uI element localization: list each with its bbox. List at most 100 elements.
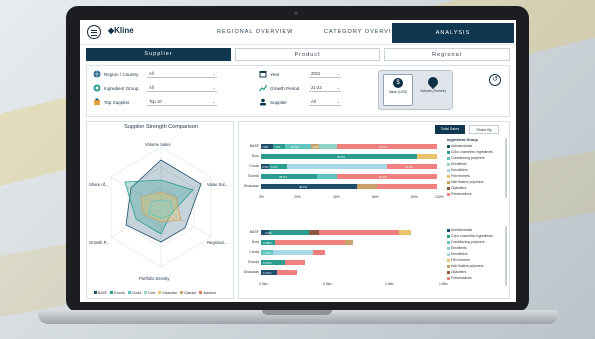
- legend-item[interactable]: Emollients: [447, 246, 467, 250]
- legend-item[interactable]: Preservatives: [447, 276, 472, 280]
- legend-item-label: Conditioning polymers: [451, 156, 485, 160]
- bar-data-label: 7.0%: [274, 144, 281, 149]
- legend-item[interactable]: Color cosmetics ingredients: [447, 150, 493, 154]
- bar-data-label: 0.9bn: [265, 230, 272, 235]
- bar-segment[interactable]: [377, 184, 437, 189]
- droplet-icon: [425, 74, 441, 90]
- tab-category-overview[interactable]: CATEGORY OVERVIEW: [324, 29, 402, 35]
- bar-segment[interactable]: [261, 184, 357, 189]
- growth-select[interactable]: 21-22 ⌄: [309, 84, 341, 92]
- legend-swatch: [447, 150, 450, 154]
- volume-tonnes-toggle[interactable]: Volume (Tonnes): [418, 74, 448, 106]
- reset-icon[interactable]: ↺: [489, 74, 501, 86]
- bar-category-label: BASF: [249, 230, 259, 234]
- ingredient-icon: [93, 84, 101, 92]
- region-label: Region / Country: [104, 72, 139, 77]
- legend-item-label: Preservatives: [451, 276, 472, 280]
- supplier-select[interactable]: All ⌄: [309, 98, 341, 106]
- legend-item[interactable]: Emulsifiers: [447, 252, 468, 256]
- ingredient-select[interactable]: All ⌄: [147, 84, 217, 92]
- bar-segment[interactable]: [269, 230, 309, 235]
- legend-item-label: Antimicrobials: [451, 228, 473, 232]
- legend-item[interactable]: Opacifiers: [447, 270, 466, 274]
- legend-item-label: Emulsifiers: [451, 252, 468, 256]
- value-usd-toggle[interactable]: $ Value (USD): [383, 74, 413, 106]
- share-by-button[interactable]: Share By: [469, 125, 499, 134]
- supplier-rank-icon: [94, 98, 100, 105]
- legend-swatch: [447, 186, 450, 190]
- legend-item-label: Film formers: [451, 258, 470, 262]
- legend-item[interactable]: Hair fixative polymers: [447, 180, 483, 184]
- bar-segment[interactable]: [309, 230, 319, 235]
- bar-segment[interactable]: [277, 270, 297, 275]
- legend-swatch: [158, 291, 162, 294]
- legend-item[interactable]: Conditioning polymers: [447, 156, 485, 160]
- bar-category-label: BASF: [249, 144, 259, 148]
- legend-item[interactable]: Conditioning polymers: [447, 240, 485, 244]
- bar-data-label: 3.5%: [262, 164, 269, 169]
- dollar-icon: $: [393, 78, 403, 88]
- bar-category-label: Evonik: [248, 174, 259, 178]
- bar-segment[interactable]: [261, 174, 317, 179]
- bar-segment[interactable]: [287, 164, 387, 169]
- legend-swatch: [110, 291, 114, 294]
- legend-item-label: Hair fixative polymers: [451, 264, 484, 268]
- subtab-regional[interactable]: Regional: [384, 48, 510, 61]
- axis-tick: 40%: [333, 195, 340, 199]
- legend-item[interactable]: Emulsifiers: [447, 168, 468, 172]
- bar-segment[interactable]: [417, 154, 437, 159]
- value-usd-label: Value (USD): [388, 90, 408, 94]
- top-supplier-value: Top 10: [149, 99, 162, 104]
- total-sales-button[interactable]: Total Sales: [435, 125, 465, 134]
- legend-item[interactable]: Emollients: [447, 162, 467, 166]
- bar-segment[interactable]: [273, 250, 313, 255]
- top-supplier-select[interactable]: Top 10 ⌄: [147, 98, 217, 106]
- bar-segment[interactable]: [357, 184, 377, 189]
- axis-tick: 0.0bn: [259, 282, 268, 286]
- chevron-down-icon: ⌄: [212, 85, 216, 90]
- legend-swatch: [447, 180, 450, 184]
- year-select[interactable]: 2021 ⌄: [309, 70, 341, 78]
- legend-scrollbar[interactable]: [505, 138, 507, 198]
- ingredient-label: Ingredient Group: [104, 86, 139, 91]
- legend-item[interactable]: Film formers: [447, 174, 470, 178]
- legend-item[interactable]: Antimicrobials: [447, 144, 472, 148]
- hamburger-menu-icon[interactable]: [87, 25, 101, 39]
- legend-item-label: Emollients: [451, 162, 467, 166]
- legend-title: Ingredient Group: [447, 138, 478, 142]
- supplier-icon: [260, 98, 266, 106]
- region-select[interactable]: All ⌄: [147, 70, 217, 78]
- supplier-value: All: [311, 99, 316, 104]
- legend-item[interactable]: Color cosmetics ingredients: [447, 234, 493, 238]
- axis-tick: 0.5bn: [323, 282, 332, 286]
- legend-swatch: [447, 168, 450, 172]
- radar-series-croda: [148, 199, 174, 219]
- bar-segment[interactable]: [337, 144, 437, 149]
- legend-item[interactable]: Opacifiers: [447, 186, 466, 190]
- bar-segment[interactable]: [319, 230, 399, 235]
- subtab-supplier[interactable]: Supplier: [86, 48, 231, 61]
- radar-axis-label: Value Sal...: [207, 182, 229, 187]
- bar-category-label: Dow: [251, 240, 259, 244]
- bar-segment[interactable]: [285, 260, 305, 265]
- legend-item[interactable]: Hair fixative polymers: [447, 264, 483, 268]
- bar-segment[interactable]: [313, 250, 325, 255]
- legend-swatch: [180, 291, 184, 294]
- bar-segment[interactable]: [345, 240, 353, 245]
- radar-axis-label: Share of...: [89, 182, 109, 187]
- bar-segment[interactable]: [275, 240, 345, 245]
- growth-icon: [259, 84, 267, 92]
- bar-segment[interactable]: [399, 230, 411, 235]
- legend-item[interactable]: Antimicrobials: [447, 228, 472, 232]
- legend-scrollbar[interactable]: [505, 226, 507, 286]
- region-value: All: [149, 71, 154, 76]
- legend-item[interactable]: Preservatives: [447, 192, 472, 196]
- bar-segment[interactable]: [319, 144, 337, 149]
- legend-item[interactable]: Film formers: [447, 258, 470, 262]
- subtab-product[interactable]: Product: [235, 48, 380, 61]
- bar-segment[interactable]: [337, 174, 437, 179]
- legend-swatch: [447, 252, 450, 256]
- tab-analysis[interactable]: ANALYSIS: [392, 23, 514, 43]
- tab-regional-overview[interactable]: REGIONAL OVERVIEW: [217, 29, 293, 35]
- bar-segment[interactable]: [317, 174, 337, 179]
